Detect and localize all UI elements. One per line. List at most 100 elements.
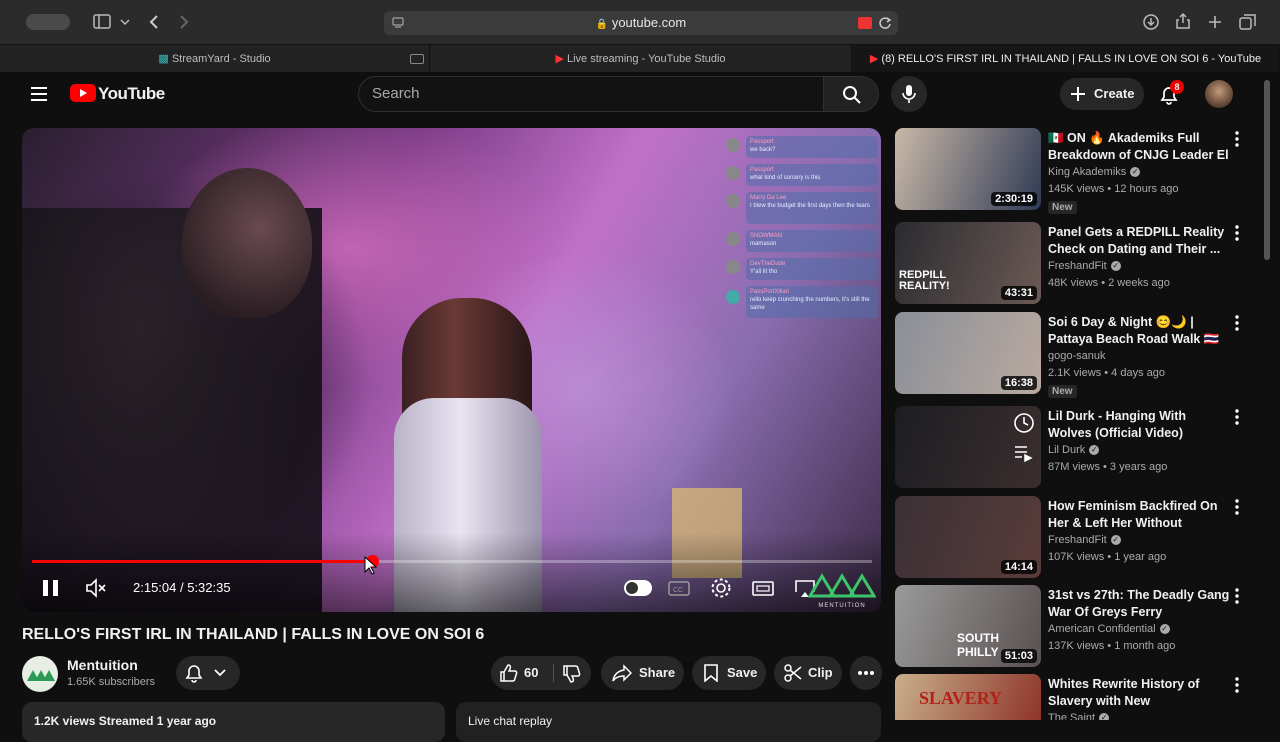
- live-chat-replay-panel[interactable]: Live chat replay: [456, 702, 881, 742]
- menu-icon[interactable]: [30, 86, 48, 102]
- thumbnail[interactable]: SOUTH PHILLY 51:03: [895, 585, 1041, 667]
- recommendation-item[interactable]: REDPILL REALITY! 43:31 Panel Gets a REDPI…: [895, 222, 1255, 306]
- add-to-queue-icon[interactable]: [1013, 444, 1035, 462]
- recommendation-channel[interactable]: King Akademiks ✓: [1048, 166, 1141, 178]
- reload-icon[interactable]: [878, 16, 892, 30]
- captions-icon[interactable]: CC: [667, 576, 691, 600]
- account-avatar[interactable]: [1205, 80, 1233, 108]
- recommendation-title[interactable]: 31st vs 27th: The Deadly Gang War Of Gre…: [1048, 587, 1233, 621]
- sidebar-scrollbar[interactable]: [1264, 80, 1270, 260]
- channel-avatar[interactable]: [22, 656, 58, 692]
- thumbnail[interactable]: REDPILL REALITY! 43:31: [895, 222, 1041, 304]
- toggle-knob: [626, 582, 638, 594]
- create-button[interactable]: Create: [1060, 78, 1144, 110]
- thumbnail[interactable]: 14:14: [895, 496, 1041, 578]
- recommendation-item[interactable]: SOUTH PHILLY 51:03 31st vs 27th: The Dea…: [895, 585, 1255, 669]
- traffic-lights[interactable]: [26, 14, 70, 30]
- recommendation-channel[interactable]: The Saint ✓: [1048, 712, 1110, 720]
- pause-icon[interactable]: [39, 576, 63, 600]
- subscription-bell-button[interactable]: [176, 656, 240, 690]
- recommendation-title[interactable]: Soi 6 Day & Night 😊🌙 | Pattaya Beach Roa…: [1048, 314, 1233, 348]
- streamyard-icon: ▩: [158, 53, 169, 65]
- youtube-logo-icon[interactable]: [70, 84, 96, 102]
- search-button[interactable]: [823, 76, 879, 112]
- voice-search-button[interactable]: [891, 76, 927, 112]
- lock-icon: 🔒: [595, 19, 609, 30]
- watermark-text: MENTUITION: [818, 603, 866, 609]
- back-icon[interactable]: [148, 14, 160, 30]
- youtube-favicon-icon: ▶: [869, 53, 879, 65]
- recommendation-item[interactable]: Lil Durk - Hanging With Wolves (Official…: [895, 406, 1255, 490]
- kebab-menu-icon[interactable]: [1232, 498, 1242, 516]
- recommendation-item[interactable]: 16:38 Soi 6 Day & Night 😊🌙 | Pattaya Bea…: [895, 312, 1255, 398]
- kebab-menu-icon[interactable]: [1232, 676, 1242, 694]
- thumbnail[interactable]: 16:38: [895, 312, 1041, 394]
- recommendation-title[interactable]: Panel Gets a REDPILL Reality Check on Da…: [1048, 224, 1233, 258]
- search-input[interactable]: Search: [358, 76, 824, 112]
- channel-watermark[interactable]: MENTUITION: [807, 568, 877, 609]
- downloads-icon[interactable]: [1142, 13, 1160, 31]
- camera-recording-icon[interactable]: [858, 17, 872, 29]
- theater-mode-icon[interactable]: [751, 576, 775, 600]
- live-chat-label: Live chat replay: [468, 714, 553, 728]
- forward-icon[interactable]: [178, 14, 190, 30]
- chat-avatar: [726, 260, 740, 274]
- recommendation-channel[interactable]: Lil Durk ✓: [1048, 444, 1100, 456]
- progress-bar[interactable]: [32, 555, 872, 568]
- verified-icon: ✓: [1110, 535, 1121, 546]
- recommendation-channel[interactable]: gogo-sanuk: [1048, 350, 1106, 362]
- picture-in-picture-icon[interactable]: [410, 54, 424, 64]
- recommendation-title[interactable]: Lil Durk - Hanging With Wolves (Official…: [1048, 408, 1233, 442]
- tab-youtube-video[interactable]: ▶ (8) RELLO'S FIRST IRL IN THAILAND | FA…: [852, 45, 1280, 73]
- youtube-logo-text[interactable]: YouTube: [98, 84, 165, 104]
- search-icon: [843, 86, 861, 104]
- more-actions-button[interactable]: [850, 656, 882, 690]
- chevron-down-icon[interactable]: [120, 17, 130, 27]
- chat-message: PassPortXilian rello keep crunching the n…: [746, 286, 878, 318]
- recommendation-title[interactable]: How Feminism Backfired On Her & Left Her…: [1048, 498, 1233, 532]
- recommendation-channel[interactable]: American Confidential ✓: [1048, 623, 1170, 635]
- notifications-button[interactable]: 8: [1158, 80, 1184, 106]
- clip-button[interactable]: Clip: [774, 656, 842, 690]
- watch-later-icon[interactable]: [1013, 412, 1035, 434]
- new-tab-icon[interactable]: [1207, 14, 1223, 30]
- share-button[interactable]: Share: [601, 656, 684, 690]
- recommendation-channel[interactable]: FreshandFit ✓: [1048, 260, 1121, 272]
- tab-overview-icon[interactable]: [1239, 13, 1257, 31]
- kebab-menu-icon[interactable]: [1232, 587, 1242, 605]
- more-horizontal-icon: [858, 671, 874, 675]
- recommendation-title[interactable]: 🇲🇽 ON 🔥 Akademiks Full Breakdown of CNJG…: [1048, 130, 1233, 164]
- tab-streamyard[interactable]: ▩ StreamYard - Studio: [0, 45, 430, 73]
- thumbs-down-icon[interactable]: [562, 664, 582, 684]
- address-bar[interactable]: 🔒 youtube.com: [384, 11, 898, 35]
- recommendation-title[interactable]: Whites Rewrite History of Slavery with N…: [1048, 676, 1233, 710]
- thumbnail[interactable]: SLAVERY: [895, 674, 1041, 720]
- live-chat-overlay: Passport we back? Passport what kind of so…: [722, 132, 881, 322]
- recommendation-channel[interactable]: FreshandFit ✓: [1048, 534, 1121, 546]
- tab-youtube-studio[interactable]: ▶ Live streaming - YouTube Studio: [430, 45, 852, 73]
- channel-name[interactable]: Mentuition: [67, 657, 138, 673]
- mute-icon[interactable]: [84, 576, 108, 600]
- recommendation-item[interactable]: SLAVERY Whites Rewrite History of Slaver…: [895, 674, 1255, 720]
- thumbnail[interactable]: [895, 406, 1041, 488]
- thumbnail[interactable]: 2:30:19: [895, 128, 1041, 210]
- chat-message: Passport what kind of sorcery is this: [746, 164, 878, 186]
- kebab-menu-icon[interactable]: [1232, 224, 1242, 242]
- current-time: 2:15:04: [133, 580, 177, 595]
- kebab-menu-icon[interactable]: [1232, 130, 1242, 148]
- bookmark-icon: [704, 664, 718, 682]
- save-button[interactable]: Save: [692, 656, 766, 690]
- kebab-menu-icon[interactable]: [1232, 408, 1242, 426]
- recommendation-item[interactable]: 14:14 How Feminism Backfired On Her & Le…: [895, 496, 1255, 580]
- sidebar-toggle-icon[interactable]: [93, 14, 111, 30]
- settings-gear-icon[interactable]: [709, 576, 733, 600]
- video-player[interactable]: Passport we back? Passport what kind of so…: [22, 128, 881, 612]
- kebab-menu-icon[interactable]: [1232, 314, 1242, 332]
- like-button[interactable]: 60: [491, 656, 549, 690]
- share-page-icon[interactable]: [1175, 12, 1191, 30]
- new-badge: New: [1048, 385, 1077, 398]
- page-menu-icon[interactable]: [392, 17, 404, 29]
- recommendation-item[interactable]: 2:30:19 🇲🇽 ON 🔥 Akademiks Full Breakdown…: [895, 128, 1255, 214]
- autoplay-toggle[interactable]: [624, 580, 652, 596]
- description-box[interactable]: 1.2K views Streamed 1 year ago: [22, 702, 445, 742]
